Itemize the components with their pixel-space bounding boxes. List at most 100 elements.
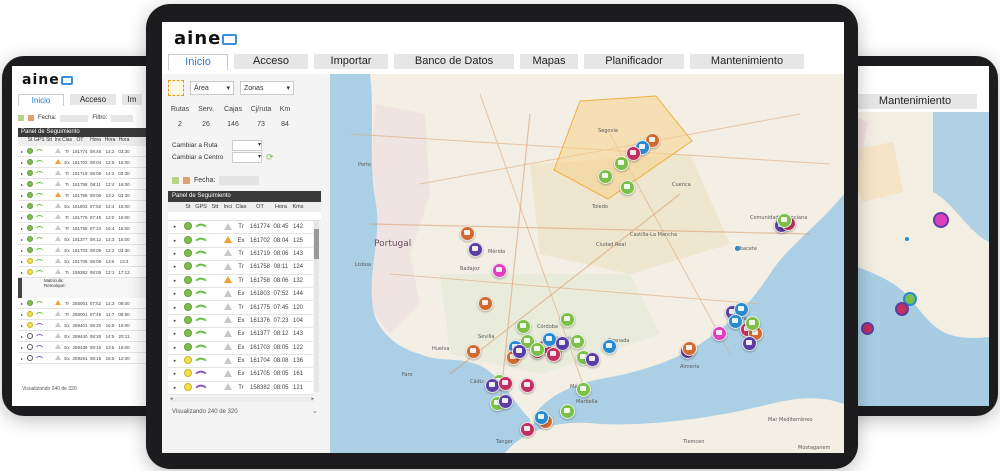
table-row[interactable]: ▸ Tr 181774 08:45 14:2 03:30: [18, 146, 161, 157]
map-marker[interactable]: [520, 422, 535, 437]
refresh-small-icon[interactable]: [172, 177, 179, 184]
expand-arrow-icon[interactable]: ▸: [21, 182, 23, 187]
collapse-icon[interactable]: ⌄: [312, 407, 318, 415]
zonas-dropdown[interactable]: Zonas ▾: [240, 81, 294, 95]
location-dot[interactable]: [735, 246, 740, 251]
expand-arrow-icon[interactable]: ▸: [174, 331, 177, 337]
fecha-input[interactable]: [60, 114, 89, 122]
table-row[interactable]: ▸ Tr 161775 07:45 120: [168, 300, 313, 315]
tab-acceso[interactable]: Acceso: [234, 54, 308, 69]
expand-arrow-icon[interactable]: ▸: [174, 385, 177, 391]
table-row[interactable]: ▸ Tr 158382 08:05 121: [168, 381, 313, 396]
table-row[interactable]: ▸ Ex 259439 08:16 13:5 16:00: [18, 342, 161, 353]
map-marker[interactable]: [492, 263, 507, 278]
expand-arrow-icon[interactable]: ▸: [21, 215, 23, 220]
map-marker[interactable]: [534, 410, 549, 425]
table-row[interactable]: ▸ Tr 181775 07:45 12:0 16:00: [18, 212, 161, 223]
table-row[interactable]: ▸ Tr 181758 08:06 13:2 03:30: [18, 190, 161, 201]
expand-arrow-icon[interactable]: ▸: [174, 278, 177, 284]
map-marker[interactable]: [520, 378, 535, 393]
map-marker[interactable]: [530, 342, 545, 357]
table-row[interactable]: ▸ Ex 161705 08:05 161: [168, 367, 313, 382]
table-row[interactable]: ▸ Ex 161803 07:52 144: [168, 287, 313, 302]
table-row[interactable]: ▸ Ex 161702 08:04 125: [168, 233, 313, 248]
expand-arrow-icon[interactable]: ▸: [174, 251, 177, 257]
area-select-icon[interactable]: [168, 80, 184, 96]
map-marker[interactable]: [498, 376, 513, 391]
map-marker[interactable]: [712, 326, 727, 341]
table-row[interactable]: ▸ Tr 161758 08:06 132: [168, 274, 313, 288]
expand-arrow-icon[interactable]: ▸: [21, 193, 23, 198]
right-map[interactable]: [843, 112, 989, 406]
map-marker[interactable]: [478, 296, 493, 311]
expand-arrow-icon[interactable]: ▸: [21, 149, 23, 154]
map-marker[interactable]: [576, 382, 591, 397]
map-marker[interactable]: [614, 156, 629, 171]
cambiar-ruta-select[interactable]: ▾: [232, 140, 262, 151]
table-row[interactable]: ▸ Tr 181755 07:23 15:4 16:00: [18, 223, 161, 234]
horizontal-scrollbar[interactable]: ◂ ▸: [170, 397, 314, 402]
calendar-icon[interactable]: [183, 177, 190, 184]
expand-arrow-icon[interactable]: ▸: [21, 270, 23, 275]
map-marker[interactable]: [585, 352, 600, 367]
tab-acceso[interactable]: Acceso: [70, 94, 116, 105]
refresh-icon[interactable]: ⟳: [266, 152, 274, 163]
cambiar-centro-select[interactable]: ▾: [232, 152, 262, 163]
expand-arrow-icon[interactable]: ▸: [21, 226, 23, 231]
expand-arrow-icon[interactable]: ▸: [21, 248, 23, 253]
tab-mapas[interactable]: Mapas: [520, 54, 578, 69]
expand-arrow-icon[interactable]: ▸: [174, 371, 177, 377]
expand-arrow-icon[interactable]: ▸: [174, 264, 177, 270]
expand-arrow-icon[interactable]: ▸: [174, 238, 177, 244]
map-marker[interactable]: [682, 341, 697, 356]
map-marker[interactable]: [466, 344, 481, 359]
map-marker[interactable]: [546, 347, 561, 362]
expand-arrow-icon[interactable]: ▸: [174, 358, 177, 364]
table-row[interactable]: ▸ Ex 161704 08:08 136: [168, 354, 313, 369]
expand-arrow-icon[interactable]: ▸: [21, 171, 23, 176]
refresh-icon[interactable]: [18, 115, 24, 121]
table-row[interactable]: ▸ Tr 161719 08:06 143: [168, 247, 313, 262]
tab-mantenimiento[interactable]: Mantenimiento: [690, 54, 804, 69]
table-row[interactable]: ▸ Tr 181758 08:11 12:4 16:00: [18, 179, 161, 190]
table-row[interactable]: ▸ Tr 258001 07:52 14:3 08:00: [18, 298, 161, 309]
map-marker[interactable]: [498, 394, 513, 409]
map-marker[interactable]: [560, 312, 575, 327]
map-marker[interactable]: [560, 404, 575, 419]
tab-planificador[interactable]: Planificador: [584, 54, 684, 69]
table-row[interactable]: ▸ Ex 259401 08:20 16:9 16:00: [18, 320, 161, 331]
map-marker[interactable]: [895, 302, 909, 316]
vertical-scrollbar[interactable]: [314, 221, 319, 392]
expand-arrow-icon[interactable]: ▸: [21, 301, 23, 306]
filtro-input[interactable]: [111, 114, 134, 122]
table-row[interactable]: ▸ Tr 159382 08:05 12:1 17:13: [18, 267, 161, 278]
expand-arrow-icon[interactable]: ▸: [21, 259, 23, 264]
map-marker[interactable]: [905, 237, 909, 241]
expand-arrow-icon[interactable]: ▸: [21, 237, 23, 242]
map-marker[interactable]: [626, 146, 641, 161]
table-row[interactable]: ▸ Ex 161377 08:12 143: [168, 327, 313, 342]
expand-arrow-icon[interactable]: ▸: [21, 356, 23, 361]
main-map[interactable]: PortugalLisboaPortoSegoviaMadridToledoCu…: [330, 74, 844, 453]
map-marker[interactable]: [512, 344, 527, 359]
scroll-left-icon[interactable]: ◂: [170, 397, 173, 402]
table-row[interactable]: ▸ Ex 181703 08:05 12:2 03:30: [18, 245, 161, 256]
scroll-right-icon[interactable]: ▸: [311, 397, 314, 402]
table-row[interactable]: ▸ Tr 161774 08:45 142: [168, 220, 313, 235]
table-row[interactable]: ▸ Ex 259440 08:20 14:5 20:11: [18, 331, 161, 342]
table-row[interactable]: ▸ Ex 161376 07:23 104: [168, 314, 313, 329]
expand-arrow-icon[interactable]: ▸: [21, 323, 23, 328]
map-marker[interactable]: [620, 180, 635, 195]
table-row[interactable]: ▸ Ex 161803 07:52 14:4 16:00: [18, 201, 161, 212]
table-row[interactable]: ▸ Tr 258001 07:45 11:7 08:50: [18, 309, 161, 320]
tab-im[interactable]: Im: [122, 94, 142, 105]
expand-arrow-icon[interactable]: ▸: [21, 160, 23, 165]
map-marker[interactable]: [602, 339, 617, 354]
table-row[interactable]: ▸ Ex 259281 08:15 16:5 12:00: [18, 353, 161, 364]
expand-arrow-icon[interactable]: ▸: [174, 305, 177, 311]
table-row[interactable]: ▸ Ex 181706 08:08 13:5 13:3: [18, 256, 161, 267]
expand-arrow-icon[interactable]: ▸: [174, 318, 177, 324]
tab-inicio[interactable]: Inicio: [18, 94, 64, 106]
table-row[interactable]: ▸ Tr 181719 08:06 14:2 03:30: [18, 168, 161, 179]
expand-arrow-icon[interactable]: ▸: [174, 291, 177, 297]
